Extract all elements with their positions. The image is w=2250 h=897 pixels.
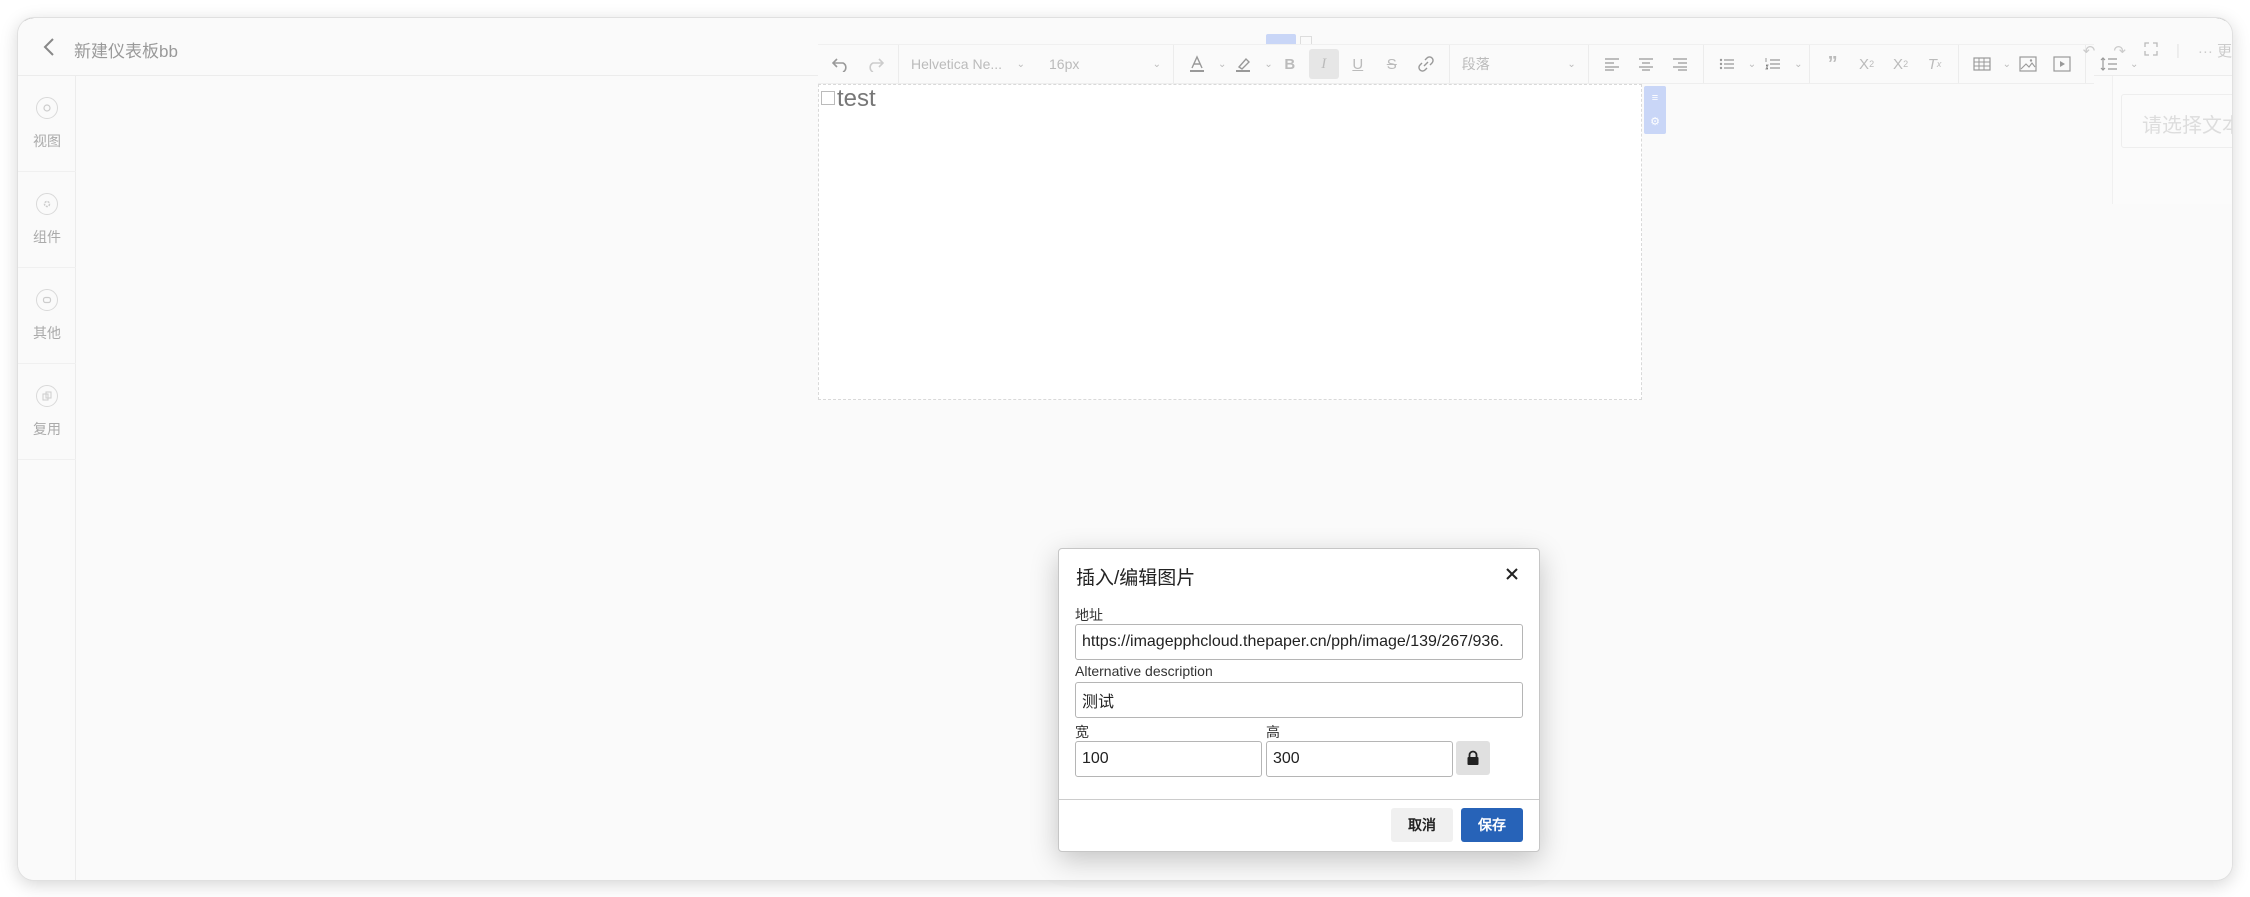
more-menu[interactable]: ··· 更 [2198,40,2232,61]
broken-image[interactable]: test [821,85,876,113]
view-icon [36,96,58,119]
align-group [1589,45,1704,83]
align-left-icon[interactable] [1597,49,1627,79]
chevron-down-icon[interactable]: ⌄ [1794,59,1802,70]
rich-text-editor-body[interactable]: test [818,84,1642,400]
undo-icon[interactable] [826,49,856,79]
lock-ratio-button[interactable] [1456,741,1490,775]
alt-field[interactable] [1075,682,1523,718]
block-format-value: 段落 [1461,56,1490,72]
editor-toolbar: Helvetica Ne... ⌄ 16px ⌄ ⌄ ⌄ B I U S 段落 … [818,44,2138,84]
width-label: 宽 [1075,724,1089,740]
highlight-icon[interactable] [1228,49,1258,79]
font-size-value: 16px [1049,56,1080,72]
right-panel: 请选择文本 [2112,76,2232,204]
sidebar-item-other[interactable]: 其他 [18,268,76,364]
height-field[interactable] [1266,741,1453,777]
font-family-select[interactable]: Helvetica Ne... ⌄ [905,49,1031,79]
copy-icon [36,384,58,407]
sidebar: 视图 组件 其他 复用 [18,76,76,880]
broken-image-icon [821,91,835,105]
lock-icon [1467,750,1479,765]
save-button[interactable]: 保存 [1461,808,1523,842]
size-group: 16px ⌄ [1037,45,1174,83]
numbered-list-icon[interactable] [1758,49,1788,79]
sidebar-item-view[interactable]: 视图 [18,76,76,172]
chevron-down-icon[interactable]: ⌄ [1748,59,1756,70]
block-group: 段落 ⌄ [1450,45,1589,83]
sidebar-item-label: 其他 [33,324,61,341]
font-size-select[interactable]: 16px ⌄ [1043,49,1167,79]
chevron-down-icon: ⌄ [1016,58,1025,70]
bold-icon[interactable]: B [1275,49,1305,79]
sidebar-item-component[interactable]: 组件 [18,172,76,268]
url-label: 地址 [1075,607,1103,623]
gear-icon [36,192,58,215]
script-group: ” X2 X2 Tx [1810,45,1959,83]
list-group: ⌄ ⌄ [1704,45,1810,83]
redo-icon[interactable] [860,49,890,79]
sidebar-item-label: 复用 [33,420,61,437]
widget-side-handle[interactable]: ≡ ⚙ [1644,86,1666,134]
sidebar-item-label: 组件 [33,228,61,245]
italic-icon[interactable]: I [1308,49,1339,79]
chevron-down-icon[interactable]: ⌄ [2003,59,2011,70]
align-center-icon[interactable] [1631,49,1661,79]
insert-group: ⌄ [1959,45,2086,83]
history-group [818,45,899,83]
divider: | [2175,42,2180,59]
chevron-down-icon: ⌄ [1152,58,1161,70]
settings-icon: ⚙ [1650,116,1660,129]
chevron-down-icon[interactable]: ⌄ [1264,59,1272,70]
table-icon[interactable] [1967,49,1997,79]
bullet-list-icon[interactable] [1712,49,1742,79]
url-field[interactable] [1075,624,1523,660]
image-alt-text: test [837,85,876,112]
link-icon[interactable] [1411,49,1441,79]
image-dialog: 插入/编辑图片 地址 Alternative description 宽 高 取… [1058,548,1540,852]
width-field[interactable] [1075,741,1262,777]
other-icon [36,288,58,311]
fullscreen-icon[interactable] [2144,41,2158,60]
text-color-icon[interactable] [1182,49,1212,79]
close-icon[interactable] [1501,563,1523,585]
cancel-button[interactable]: 取消 [1391,808,1453,842]
font-group: Helvetica Ne... ⌄ [899,45,1037,83]
image-icon[interactable] [2013,49,2043,79]
block-format-select[interactable]: 段落 ⌄ [1456,49,1582,79]
chevron-down-icon[interactable]: ⌄ [1218,59,1226,70]
superscript-icon[interactable]: X2 [1886,49,1916,79]
align-right-icon[interactable] [1665,49,1695,79]
back-arrow-icon[interactable] [38,36,60,58]
subscript-icon[interactable]: X2 [1852,49,1882,79]
sidebar-item-reuse[interactable]: 复用 [18,364,76,460]
undo-small-icon[interactable]: ↶ [2083,42,2096,60]
chevron-down-icon: ⌄ [1567,58,1576,70]
redo-small-icon[interactable]: ↷ [2113,42,2126,60]
height-label: 高 [1266,724,1280,740]
video-icon[interactable] [2047,49,2077,79]
top-right-tools: ↶ ↷ | ··· 更 [2083,40,2232,61]
alt-label: Alternative description [1075,663,1213,679]
page-title: 新建仪表板bb [74,42,178,61]
dialog-footer: 取消 保存 [1059,799,1539,851]
strikethrough-icon[interactable]: S [1377,49,1407,79]
dialog-title: 插入/编辑图片 [1076,568,1196,589]
underline-icon[interactable]: U [1343,49,1373,79]
text-select-input[interactable]: 请选择文本 [2121,94,2232,148]
format-group: ⌄ ⌄ B I U S [1174,45,1450,83]
blockquote-icon[interactable]: ” [1818,49,1848,79]
dialog-header: 插入/编辑图片 [1059,549,1539,601]
sidebar-item-label: 视图 [33,132,61,149]
edit-icon: ≡ [1651,91,1659,104]
font-family-value: Helvetica Ne... [911,56,1003,72]
clear-format-icon[interactable]: Tx [1920,49,1950,79]
